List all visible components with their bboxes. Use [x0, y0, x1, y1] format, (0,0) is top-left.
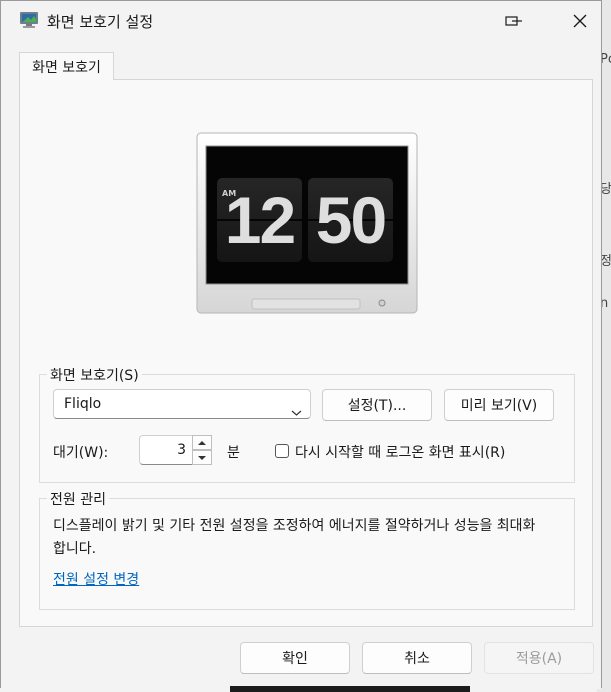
tab-screensaver[interactable]: 화면 보호기	[19, 52, 114, 80]
taskbar-edge	[230, 686, 470, 692]
ok-button[interactable]: 확인	[240, 642, 350, 674]
wait-label: 대기(W):	[53, 445, 109, 461]
clock-hour: 12	[224, 183, 296, 257]
chevron-down-icon	[291, 399, 302, 427]
cancel-button[interactable]: 취소	[362, 642, 472, 674]
settings-button[interactable]: 설정(T)...	[322, 389, 432, 421]
change-power-settings-link[interactable]: 전원 설정 변경	[53, 569, 139, 589]
wait-unit-label: 분	[227, 445, 240, 461]
screensaver-preview: AM 12 50	[196, 132, 418, 314]
dialog-footer: 확인 취소 적용(A)	[1, 628, 601, 689]
tab-panel: AM 12 50 화면 보호기(S) Fliqlo 설정(T)... 미리 보기…	[19, 79, 593, 627]
monitor-icon	[19, 11, 39, 29]
spin-up-icon[interactable]	[192, 435, 212, 450]
power-group-label: 전원 관리	[47, 489, 109, 509]
resume-logon-label[interactable]: 다시 시작할 때 로그온 화면 표시(R)	[295, 442, 505, 462]
screensaver-select-value: Fliqlo	[64, 396, 102, 412]
screensaver-settings-dialog: 화면 보호기 설정 화면 보호기 AM 12 50 화면 보호기(S) Fliq…	[0, 0, 602, 689]
power-description: 디스플레이 밝기 및 기타 전원 설정을 조정하여 에너지를 절약하거나 성능을…	[53, 518, 536, 557]
minimize-to-tray-icon[interactable]	[501, 9, 527, 33]
wait-minutes-input[interactable]: 3	[139, 435, 193, 465]
clock-minute: 50	[315, 183, 387, 257]
resume-logon-checkbox[interactable]	[275, 444, 289, 458]
screensaver-select[interactable]: Fliqlo	[53, 389, 311, 419]
apply-button[interactable]: 적용(A)	[484, 642, 594, 674]
close-icon[interactable]	[567, 9, 593, 33]
screensaver-group-label: 화면 보호기(S)	[47, 365, 142, 385]
window-title: 화면 보호기 설정	[47, 13, 154, 31]
preview-button[interactable]: 미리 보기(V)	[444, 389, 554, 421]
spin-down-icon[interactable]	[192, 450, 212, 465]
title-bar[interactable]: 화면 보호기 설정	[1, 1, 601, 41]
